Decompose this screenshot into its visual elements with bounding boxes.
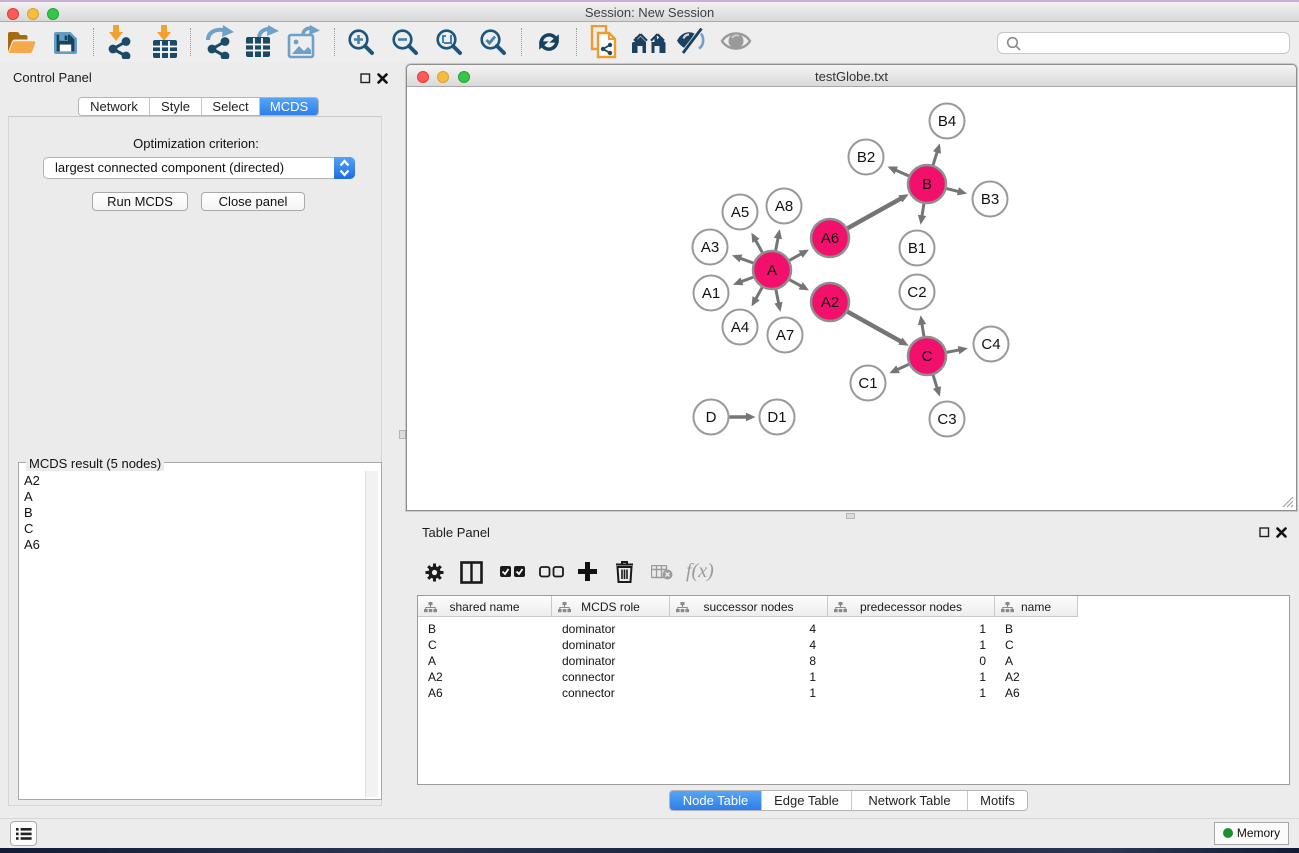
svg-text:B: B xyxy=(922,176,932,193)
svg-text:C2: C2 xyxy=(907,284,926,301)
svg-text:A3: A3 xyxy=(701,239,719,256)
svg-text:B3: B3 xyxy=(981,191,999,208)
svg-text:A2: A2 xyxy=(821,294,839,311)
svg-text:A8: A8 xyxy=(775,198,793,215)
svg-text:C3: C3 xyxy=(937,411,956,428)
svg-text:A5: A5 xyxy=(731,204,749,221)
svg-text:B2: B2 xyxy=(857,149,875,166)
svg-text:A: A xyxy=(767,262,777,279)
svg-text:D: D xyxy=(706,409,717,426)
svg-text:A6: A6 xyxy=(821,230,839,247)
svg-text:C4: C4 xyxy=(981,336,1000,353)
svg-text:C: C xyxy=(922,348,933,365)
svg-text:A1: A1 xyxy=(702,285,720,302)
svg-text:C1: C1 xyxy=(858,375,877,392)
svg-text:D1: D1 xyxy=(767,409,786,426)
svg-text:A4: A4 xyxy=(731,319,749,336)
svg-text:B1: B1 xyxy=(908,240,926,257)
svg-text:A7: A7 xyxy=(776,327,794,344)
svg-text:B4: B4 xyxy=(938,113,956,130)
